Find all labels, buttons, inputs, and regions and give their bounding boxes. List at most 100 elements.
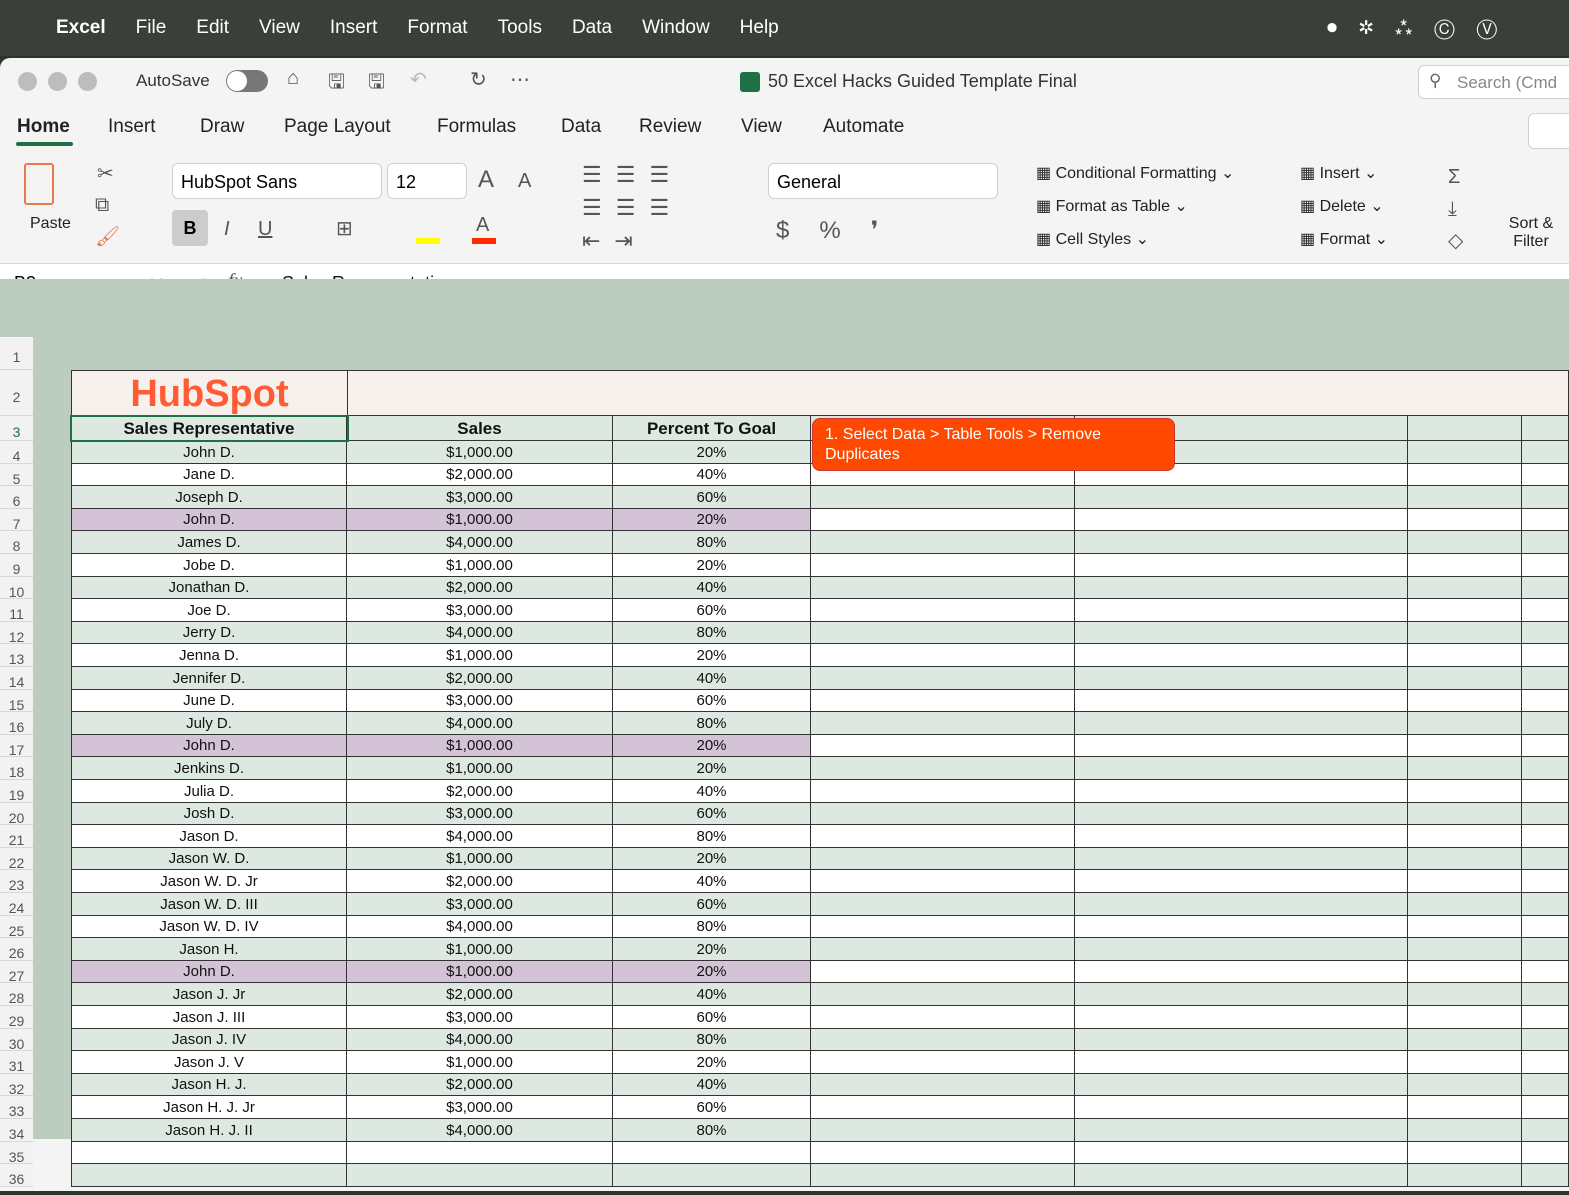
sales-cell[interactable]: $2,000.00 [347, 577, 613, 599]
empty-cell[interactable] [1522, 893, 1569, 916]
sales-cell[interactable]: $2,000.00 [347, 870, 613, 893]
delete-cells-button[interactable]: ▦ Delete ⌄ [1300, 196, 1384, 216]
empty-cell[interactable] [71, 1142, 347, 1164]
empty-cell[interactable] [1075, 622, 1408, 644]
redo-icon[interactable]: ↻ [470, 67, 487, 92]
empty-cell[interactable] [811, 667, 1075, 690]
rep-name-cell[interactable]: Jason J. IV [71, 1029, 347, 1051]
row-header-13[interactable]: 13 [0, 644, 33, 667]
sales-cell[interactable]: $2,000.00 [347, 667, 613, 690]
tab-home[interactable]: Home [17, 116, 70, 138]
sales-cell[interactable]: $3,000.00 [347, 1006, 613, 1029]
rep-name-cell[interactable]: Jennifer D. [71, 667, 347, 690]
empty-cell[interactable] [1075, 1096, 1408, 1119]
empty-cell[interactable] [347, 1164, 613, 1187]
empty-cell[interactable] [811, 1029, 1075, 1051]
number-format-select[interactable]: General [768, 163, 998, 199]
empty-cell[interactable] [1408, 916, 1522, 938]
percent-cell[interactable]: 60% [613, 599, 811, 622]
empty-cell[interactable] [811, 1164, 1075, 1187]
autosum-icon[interactable]: Σ ⤓ ◇ [1448, 161, 1463, 257]
sales-cell[interactable]: $3,000.00 [347, 690, 613, 712]
font-size-select[interactable]: 12 [387, 163, 467, 199]
row-header-29[interactable]: 29 [0, 1006, 33, 1029]
tab-review[interactable]: Review [639, 116, 701, 138]
row-header-5[interactable]: 5 [0, 464, 33, 487]
empty-cell[interactable] [1408, 622, 1522, 644]
rep-name-cell[interactable]: Jerry D. [71, 622, 347, 644]
sales-cell[interactable]: $2,000.00 [347, 780, 613, 803]
empty-cell[interactable] [1522, 735, 1569, 757]
empty-cell[interactable] [1408, 416, 1522, 441]
empty-cell[interactable] [1075, 554, 1408, 577]
empty-cell[interactable] [1408, 848, 1522, 870]
empty-cell[interactable] [1075, 983, 1408, 1006]
tab-draw[interactable]: Draw [200, 116, 244, 138]
empty-cell[interactable] [1408, 1029, 1522, 1051]
row-header-2[interactable]: 2 [0, 370, 33, 416]
empty-cell[interactable] [811, 1051, 1075, 1074]
empty-cell[interactable] [1522, 848, 1569, 870]
percent-cell[interactable]: 80% [613, 531, 811, 554]
empty-cell[interactable] [1522, 870, 1569, 893]
percent-cell[interactable]: 80% [613, 1029, 811, 1051]
row-header-28[interactable]: 28 [0, 983, 33, 1006]
rep-name-cell[interactable]: June D. [71, 690, 347, 712]
row-header-9[interactable]: 9 [0, 554, 33, 577]
empty-cell[interactable] [1075, 961, 1408, 983]
row-header-30[interactable]: 30 [0, 1029, 33, 1052]
row-header-23[interactable]: 23 [0, 870, 33, 893]
sales-cell[interactable]: $1,000.00 [347, 644, 613, 667]
paste-icon[interactable] [24, 163, 54, 205]
rep-name-cell[interactable]: Jason D. [71, 825, 347, 848]
empty-cell[interactable] [1522, 1006, 1569, 1029]
sales-cell[interactable]: $4,000.00 [347, 916, 613, 938]
save-icon[interactable]: 🖫 [328, 67, 345, 101]
fill-color-button[interactable] [416, 238, 440, 244]
sales-cell[interactable]: $3,000.00 [347, 1096, 613, 1119]
empty-cell[interactable] [1408, 1164, 1522, 1187]
empty-cell[interactable] [1075, 577, 1408, 599]
empty-cell[interactable] [1408, 509, 1522, 531]
empty-cell[interactable] [1408, 1119, 1522, 1142]
empty-cell[interactable] [1522, 916, 1569, 938]
empty-cell[interactable] [811, 599, 1075, 622]
rep-name-cell[interactable]: Jason W. D. III [71, 893, 347, 916]
percent-cell[interactable]: 80% [613, 1119, 811, 1142]
percent-cell[interactable]: 40% [613, 983, 811, 1006]
empty-cell[interactable] [1075, 599, 1408, 622]
row-header-31[interactable]: 31 [0, 1051, 33, 1074]
empty-cell[interactable] [811, 938, 1075, 961]
rep-name-cell[interactable]: Jenkins D. [71, 757, 347, 780]
empty-cell[interactable] [1075, 757, 1408, 780]
percent-cell[interactable]: 40% [613, 667, 811, 690]
copy-icon[interactable]: ⧉ [95, 194, 109, 217]
conditional-formatting-button[interactable]: ▦ Conditional Formatting ⌄ [1036, 163, 1234, 183]
empty-cell[interactable] [1408, 961, 1522, 983]
row-header-7[interactable]: 7 [0, 509, 33, 532]
empty-cell[interactable] [1075, 825, 1408, 848]
row-header-10[interactable]: 10 [0, 577, 33, 600]
sort-filter-button[interactable]: Sort & Filter [1506, 215, 1556, 251]
rep-name-cell[interactable]: Jason W. D. Jr [71, 870, 347, 893]
rep-name-cell[interactable]: Jobe D. [71, 554, 347, 577]
rep-name-cell[interactable]: John D. [71, 441, 347, 464]
empty-cell[interactable] [1522, 712, 1569, 735]
decrease-font-icon[interactable]: A [518, 170, 531, 193]
empty-cell[interactable] [811, 644, 1075, 667]
rep-name-cell[interactable]: Jane D. [71, 464, 347, 486]
percent-cell[interactable]: 20% [613, 644, 811, 667]
empty-cell[interactable] [1075, 712, 1408, 735]
empty-cell[interactable] [1522, 1029, 1569, 1051]
empty-cell[interactable] [1522, 667, 1569, 690]
empty-cell[interactable] [1075, 644, 1408, 667]
status-icons[interactable]: ⏺✲⁂ⒸⓋ [1327, 17, 1519, 40]
empty-cell[interactable] [1408, 893, 1522, 916]
percent-cell[interactable]: 80% [613, 825, 811, 848]
menu-format[interactable]: Format [407, 17, 467, 39]
empty-cell[interactable] [1522, 1119, 1569, 1142]
worksheet-grid[interactable]: 1 2 3 4 5 6 7 8 9 10 11 12 13 14 15 16 17 18 19 20 21 22 23 24 2… [0, 279, 1569, 1187]
sales-cell[interactable]: $1,000.00 [347, 848, 613, 870]
percent-cell[interactable]: 40% [613, 577, 811, 599]
row-header-33[interactable]: 33 [0, 1096, 33, 1119]
